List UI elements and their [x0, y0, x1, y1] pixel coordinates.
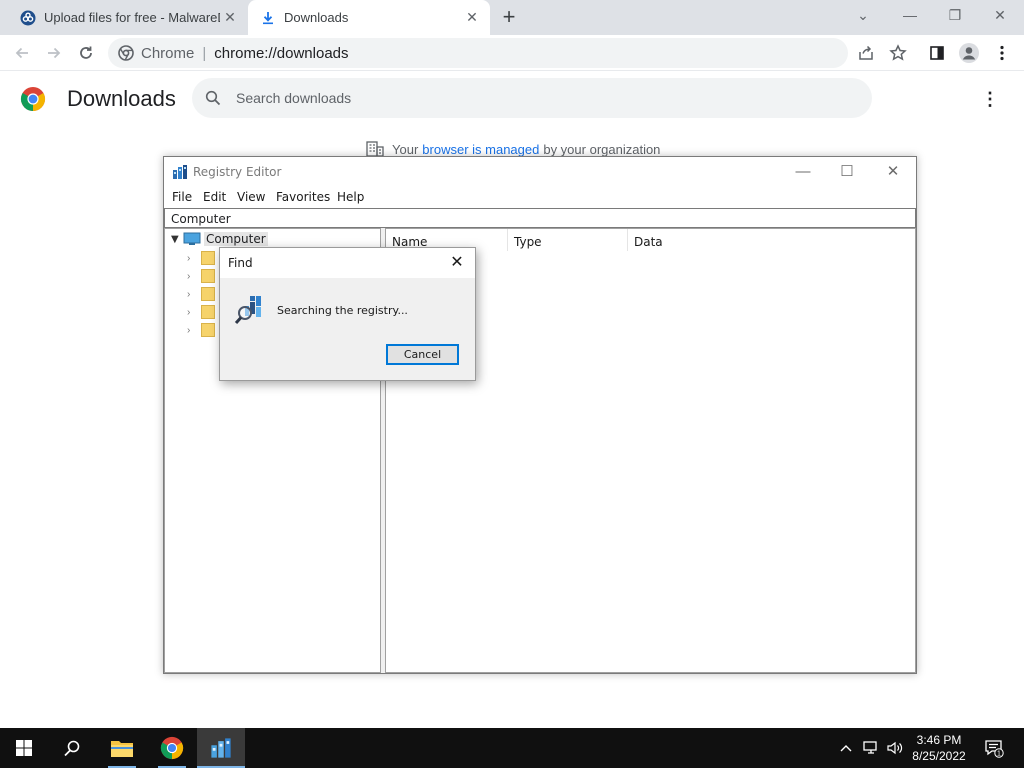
- building-icon: [366, 141, 384, 157]
- side-panel-icon[interactable]: [925, 41, 949, 65]
- share-icon[interactable]: [854, 41, 878, 65]
- search-downloads-field[interactable]: Search downloads: [192, 78, 872, 118]
- folder-icon: [201, 305, 215, 319]
- tree-item[interactable]: ›: [187, 286, 215, 302]
- searching-message: Searching the registry...: [277, 304, 408, 317]
- volume-icon[interactable]: [884, 728, 906, 768]
- chevron-right-icon[interactable]: ›: [187, 271, 201, 282]
- folder-icon: [201, 287, 215, 301]
- address-field[interactable]: Computer: [164, 208, 916, 228]
- search-icon: [64, 740, 80, 757]
- managed-link[interactable]: browser is managed: [422, 142, 539, 157]
- tree-item[interactable]: ›: [187, 268, 215, 284]
- new-tab-button[interactable]: +: [498, 6, 520, 28]
- address-bar[interactable]: Chrome | chrome://downloads: [108, 38, 848, 68]
- cancel-button[interactable]: Cancel: [386, 344, 459, 365]
- tree-item[interactable]: ›: [187, 304, 215, 320]
- folder-icon: [201, 269, 215, 283]
- minimize-icon[interactable]: —: [788, 161, 818, 183]
- folder-icon: [201, 323, 215, 337]
- browser-toolbar: Chrome | chrome://downloads: [0, 35, 1024, 71]
- taskbar: 3:46 PM 8/25/2022 1: [0, 728, 1024, 768]
- managed-suffix: by your organization: [543, 141, 661, 157]
- tray-chevron-up-icon[interactable]: [836, 728, 856, 768]
- window-title: Registry Editor: [193, 165, 282, 179]
- back-icon[interactable]: [10, 41, 34, 65]
- menu-view[interactable]: View: [237, 190, 265, 204]
- notification-center-icon[interactable]: 1: [982, 728, 1006, 768]
- find-dialog: Find ✕ Searching the registry... Cancel: [219, 247, 476, 381]
- bookmark-star-icon[interactable]: [886, 41, 910, 65]
- forward-icon[interactable]: [42, 41, 66, 65]
- downloads-menu-icon[interactable]: ⋮: [980, 88, 1000, 110]
- tab-downloads[interactable]: Downloads ✕: [248, 0, 490, 35]
- tab-title: Upload files for free - MalwareDa: [44, 10, 220, 25]
- menu-help[interactable]: Help: [337, 190, 364, 204]
- registry-editor-window: Registry Editor — ☐ ✕ File Edit View Fav…: [163, 156, 917, 674]
- find-dialog-titlebar[interactable]: Find ✕: [220, 248, 475, 278]
- folder-icon: [201, 251, 215, 265]
- registry-editor-titlebar[interactable]: Registry Editor — ☐ ✕: [164, 157, 916, 187]
- malwaredatabase-favicon: [20, 10, 36, 26]
- clock-time: 3:46 PM: [916, 733, 962, 747]
- close-icon[interactable]: ✕: [878, 161, 908, 183]
- column-header-data[interactable]: Data: [628, 229, 915, 251]
- window-close-icon[interactable]: ✕: [986, 4, 1014, 26]
- page-title: Downloads: [67, 86, 176, 111]
- minimize-icon[interactable]: —: [896, 4, 924, 26]
- tree-item[interactable]: ›: [187, 322, 215, 338]
- chrome-icon: [160, 736, 184, 760]
- search-placeholder: Search downloads: [236, 90, 352, 106]
- maximize-icon[interactable]: ☐: [832, 161, 862, 183]
- omnibox-chip: Chrome: [141, 44, 195, 62]
- tab-malwaredatabase[interactable]: Upload files for free - MalwareDa ✕: [8, 0, 248, 35]
- close-icon[interactable]: ✕: [222, 9, 238, 25]
- chrome-icon: [117, 44, 135, 62]
- search-icon: [204, 89, 222, 107]
- file-explorer-icon: [111, 741, 133, 757]
- system-clock[interactable]: 3:46 PM 8/25/2022: [905, 732, 973, 764]
- taskbar-chrome[interactable]: [148, 728, 196, 768]
- chrome-logo-icon: [20, 86, 46, 112]
- tree-root-label: Computer: [204, 232, 268, 246]
- chevron-right-icon[interactable]: ›: [187, 307, 201, 318]
- chevron-right-icon[interactable]: ›: [187, 325, 201, 336]
- start-button[interactable]: [0, 728, 48, 768]
- search-registry-icon: [234, 292, 268, 326]
- registry-editor-icon: [172, 164, 188, 180]
- restore-icon[interactable]: ❐: [941, 4, 969, 26]
- dialog-title: Find: [228, 256, 253, 270]
- chevron-down-icon[interactable]: ▼: [171, 234, 183, 245]
- close-icon[interactable]: ✕: [445, 252, 469, 274]
- search-button[interactable]: [48, 728, 96, 768]
- download-icon: [260, 10, 276, 26]
- chevron-right-icon[interactable]: ›: [187, 253, 201, 264]
- column-header-type[interactable]: Type: [508, 229, 628, 251]
- managed-prefix: Your: [392, 141, 419, 157]
- menu-favorites[interactable]: Favorites: [276, 190, 330, 204]
- omnibox-url: chrome://downloads: [214, 44, 349, 62]
- windows-logo-icon: [16, 740, 32, 756]
- notification-count: 1: [997, 751, 1001, 758]
- reload-icon[interactable]: [74, 41, 98, 65]
- clock-date: 8/25/2022: [912, 749, 966, 763]
- browser-menu-icon[interactable]: [990, 41, 1014, 65]
- menu-edit[interactable]: Edit: [203, 190, 226, 204]
- network-icon[interactable]: [860, 728, 882, 768]
- menu-file[interactable]: File: [172, 190, 192, 204]
- tab-search-chevron-icon[interactable]: ⌄: [849, 4, 877, 26]
- omnibox-separator: |: [202, 44, 207, 62]
- close-icon[interactable]: ✕: [464, 9, 480, 25]
- chevron-right-icon[interactable]: ›: [187, 289, 201, 300]
- tab-title: Downloads: [284, 10, 349, 25]
- tree-item[interactable]: ›: [187, 250, 215, 266]
- taskbar-file-explorer[interactable]: [98, 728, 146, 768]
- menu-bar: File Edit View Favorites Help: [164, 187, 916, 207]
- profile-avatar-icon[interactable]: [957, 41, 981, 65]
- tab-strip: Upload files for free - MalwareDa ✕ Down…: [0, 0, 1024, 35]
- taskbar-registry-editor[interactable]: [197, 728, 245, 768]
- registry-editor-icon: [211, 738, 231, 758]
- tree-root-computer[interactable]: ▼ Computer: [171, 232, 268, 246]
- computer-icon: [183, 232, 201, 246]
